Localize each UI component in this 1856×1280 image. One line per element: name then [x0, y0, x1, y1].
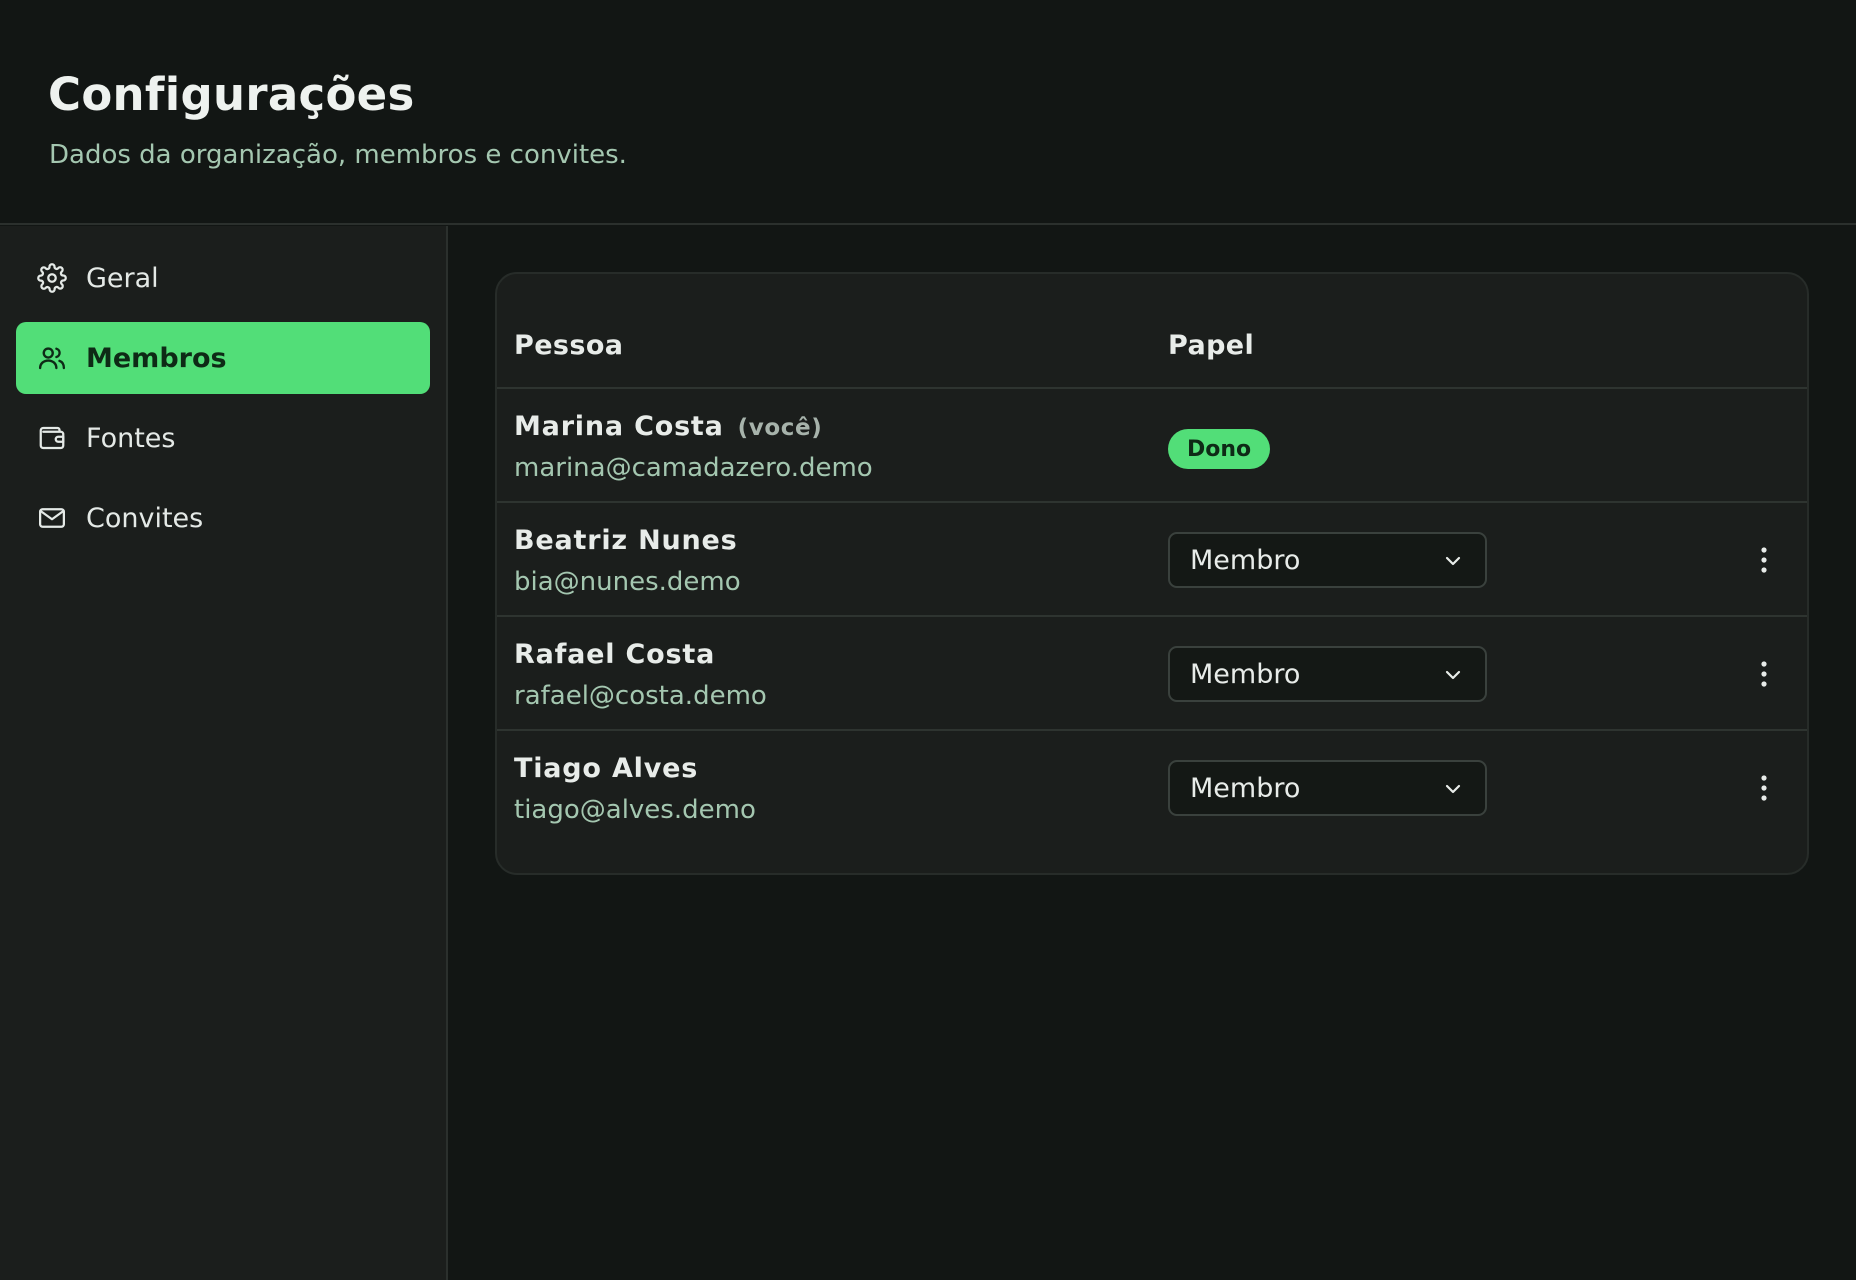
chevron-down-icon — [1445, 556, 1461, 566]
owner-role-badge: Dono — [1168, 429, 1271, 469]
column-header-pessoa: Pessoa — [514, 330, 624, 361]
settings-sidebar: Geral Membros Fontes Convites — [0, 226, 448, 1280]
member-email: bia@nunes.demo — [514, 567, 741, 597]
sidebar-item-label: Convites — [86, 502, 204, 534]
table-row: Rafael Costa rafael@costa.demo Membro — [497, 617, 1807, 731]
role-select-value: Membro — [1190, 772, 1301, 804]
member-name: Marina Costa (você) — [514, 411, 823, 442]
sidebar-item-convites[interactable]: Convites — [16, 482, 430, 554]
wallet-icon — [36, 422, 68, 454]
users-icon — [36, 342, 68, 374]
member-email: marina@camadazero.demo — [514, 453, 873, 483]
page-title: Configurações — [48, 68, 415, 121]
column-header-papel: Papel — [1168, 330, 1255, 361]
sidebar-item-label: Membros — [86, 342, 227, 374]
member-name: Beatriz Nunes — [514, 525, 738, 556]
more-options-button[interactable] — [1747, 771, 1781, 805]
chevron-down-icon — [1445, 670, 1461, 680]
more-vertical-icon — [1761, 775, 1767, 801]
member-email: tiago@alves.demo — [514, 795, 756, 825]
table-row: Marina Costa (você) marina@camadazero.dem… — [497, 389, 1807, 503]
you-tag: (você) — [737, 415, 823, 441]
more-options-button[interactable] — [1747, 657, 1781, 691]
gear-icon — [36, 262, 68, 294]
table-row: Beatriz Nunes bia@nunes.demo Membro — [497, 503, 1807, 617]
more-vertical-icon — [1761, 661, 1767, 687]
sidebar-item-label: Fontes — [86, 422, 176, 454]
sidebar-item-geral[interactable]: Geral — [16, 242, 430, 314]
members-card: Pessoa Papel Marina Costa (você) marina@c… — [495, 272, 1809, 875]
table-row: Tiago Alves tiago@alves.demo Membro — [497, 731, 1807, 845]
chevron-down-icon — [1445, 784, 1461, 794]
sidebar-item-membros[interactable]: Membros — [16, 322, 430, 394]
member-name: Rafael Costa — [514, 639, 716, 670]
sidebar-item-fontes[interactable]: Fontes — [16, 402, 430, 474]
page-header: Configurações Dados da organização, memb… — [0, 0, 1856, 225]
sidebar-item-label: Geral — [86, 262, 159, 294]
member-name: Tiago Alves — [514, 753, 699, 784]
role-select-value: Membro — [1190, 658, 1301, 690]
role-select-value: Membro — [1190, 544, 1301, 576]
page-subtitle: Dados da organização, membros e convites… — [49, 140, 627, 170]
more-vertical-icon — [1761, 547, 1767, 573]
member-email: rafael@costa.demo — [514, 681, 767, 711]
more-options-button[interactable] — [1747, 543, 1781, 577]
role-select[interactable]: Membro — [1168, 646, 1487, 702]
role-select[interactable]: Membro — [1168, 760, 1487, 816]
mail-icon — [36, 502, 68, 534]
role-select[interactable]: Membro — [1168, 532, 1487, 588]
